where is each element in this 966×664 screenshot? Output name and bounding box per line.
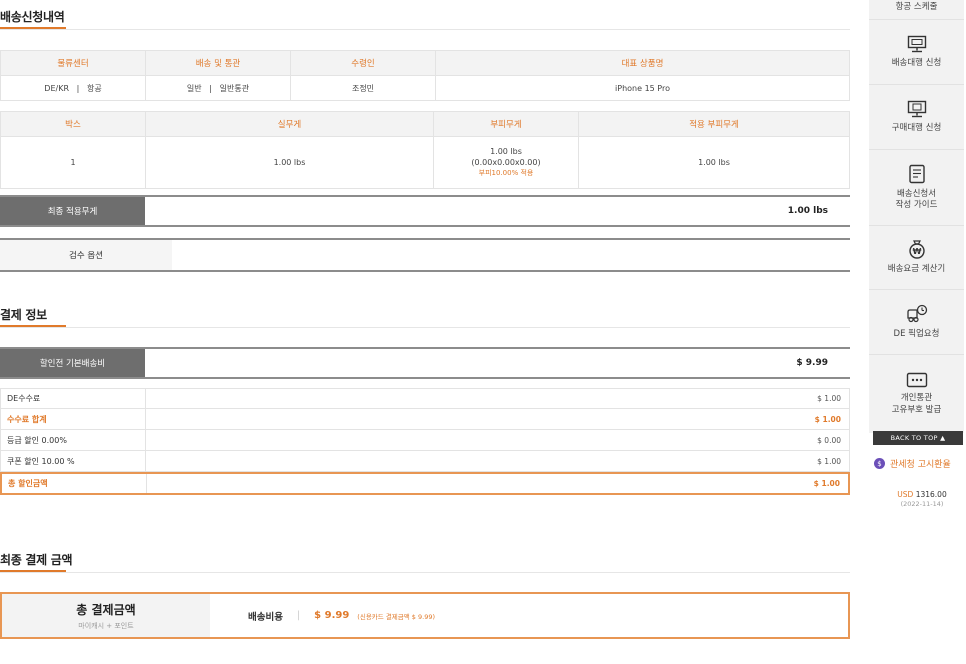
shipping-cost-note: (신용카드 결제금액 $ 9.99)	[357, 612, 436, 621]
base-fee-row: 할인전 기본배송비 $ 9.99	[0, 347, 850, 379]
shipping-cost-label: 배송비용	[248, 611, 283, 623]
col-header-box: 박스	[0, 111, 146, 137]
inspection-option-label: 검수 옵션	[0, 240, 172, 270]
exchange-rate: USD 1316.00 (2022-11-14)	[897, 490, 947, 509]
col-header-ship: 배송 및 통관	[145, 50, 291, 76]
sidebar-item-purchase-request[interactable]: 구매대행 신청	[869, 85, 964, 150]
cell-center: DE/KR | 항공	[0, 75, 146, 101]
sidebar-item-fee-calculator[interactable]: ₩ 배송요금 계산기	[869, 226, 964, 290]
col-header-center: 물류센터	[0, 50, 146, 76]
sidebar-item-guide[interactable]: 배송신청서 작성 가이드	[869, 150, 964, 226]
document-icon	[908, 164, 925, 184]
col-header-volume: 부피무게	[433, 111, 579, 137]
col-header-recipient: 수령인	[290, 50, 436, 76]
section-title-payment: 결제 정보	[0, 306, 66, 327]
quick-sidebar: 항공 스케줄 배송대행 신청 구매대행 신청 배송신청서 작성 가이드 ₩ 배송…	[866, 0, 966, 664]
svg-text:₩: ₩	[912, 247, 921, 256]
customs-exchange-rate-link[interactable]: $ 관세청 고시환율	[874, 457, 951, 470]
main-content: 배송신청내역 물류센터 배송 및 통관 수령인 대표 상품명 DE/KR | 항…	[0, 0, 866, 664]
total-payment-box: 총 결제금액 마이캐시 + 포인트 배송비용 | $ 9.99 (신용카드 결제…	[0, 592, 850, 639]
cell-box: 1	[0, 136, 146, 189]
fee-row-coupon-discount: 쿠폰 할인 10.00 % $ 1.00	[0, 451, 850, 472]
inspection-option-row: 검수 옵션	[0, 238, 850, 272]
desktop-icon	[907, 100, 926, 118]
total-payment-sub: 마이캐시 + 포인트	[78, 621, 134, 630]
fee-row-total-fee: 수수료 합계 $ 1.00	[0, 409, 850, 430]
truck-icon	[906, 304, 927, 323]
col-header-applied: 적용 부피무게	[578, 111, 850, 137]
fee-row-total-discount: 총 할인금액 $ 1.00	[0, 472, 850, 495]
base-fee-value: $ 9.99	[796, 358, 828, 368]
col-header-actual: 실무게	[145, 111, 434, 137]
final-weight-row: 최종 적용무게 1.00 lbs	[0, 195, 850, 227]
total-payment-label: 총 결제금액	[76, 602, 136, 617]
weight-table: 박스 실무게 부피무게 적용 부피무게 1 1.00 lbs 1.00 lbs …	[0, 111, 850, 189]
cell-actual-weight: 1.00 lbs	[145, 136, 434, 189]
cell-product: iPhone 15 Pro	[435, 75, 850, 101]
sidebar-item-customs-code[interactable]: 개인통관 고유부호 발급	[869, 355, 964, 433]
fee-row-grade-discount: 등급 할인 0.00% $ 0.00	[0, 430, 850, 451]
cell-ship-type: 일반 | 일반통관	[145, 75, 291, 101]
back-to-top-button[interactable]: BACK TO TOP ▲	[873, 431, 963, 445]
sidebar-item-shipping-request[interactable]: 배송대행 신청	[869, 20, 964, 85]
cell-applied-weight: 1.00 lbs	[578, 136, 850, 189]
fee-table: DE수수료 $ 1.00 수수료 합계 $ 1.00 등급 할인 0.00% $…	[0, 388, 850, 495]
section-title-shipping: 배송신청내역	[0, 8, 66, 29]
cell-recipient: 조정민	[290, 75, 436, 101]
shipping-info-table: 물류센터 배송 및 통관 수령인 대표 상품명 DE/KR | 항공 일반 | …	[0, 50, 850, 101]
dollar-icon: $	[874, 458, 885, 469]
sidebar-item-flight-schedule[interactable]: 항공 스케줄	[869, 0, 964, 20]
sidebar-item-pickup[interactable]: DE 픽업요청	[869, 290, 964, 355]
base-fee-label: 할인전 기본배송비	[0, 349, 145, 377]
monitor-icon	[907, 35, 926, 53]
shipping-cost-amount: $ 9.99	[314, 610, 350, 621]
cell-volume-weight: 1.00 lbs (0.00x0.00x0.00) 부피10.00% 적용	[433, 136, 579, 189]
total-payment-left: 총 결제금액 마이캐시 + 포인트	[2, 594, 210, 637]
final-weight-value: 1.00 lbs	[787, 206, 828, 216]
col-header-product: 대표 상품명	[435, 50, 850, 76]
id-card-icon	[906, 373, 927, 388]
total-payment-right: 배송비용 | $ 9.99 (신용카드 결제금액 $ 9.99)	[248, 610, 436, 623]
section-title-final-payment: 최종 결제 금액	[0, 551, 73, 572]
money-bag-icon: ₩	[908, 240, 925, 260]
fee-row-de: DE수수료 $ 1.00	[0, 388, 850, 409]
final-weight-label: 최종 적용무게	[0, 197, 145, 225]
